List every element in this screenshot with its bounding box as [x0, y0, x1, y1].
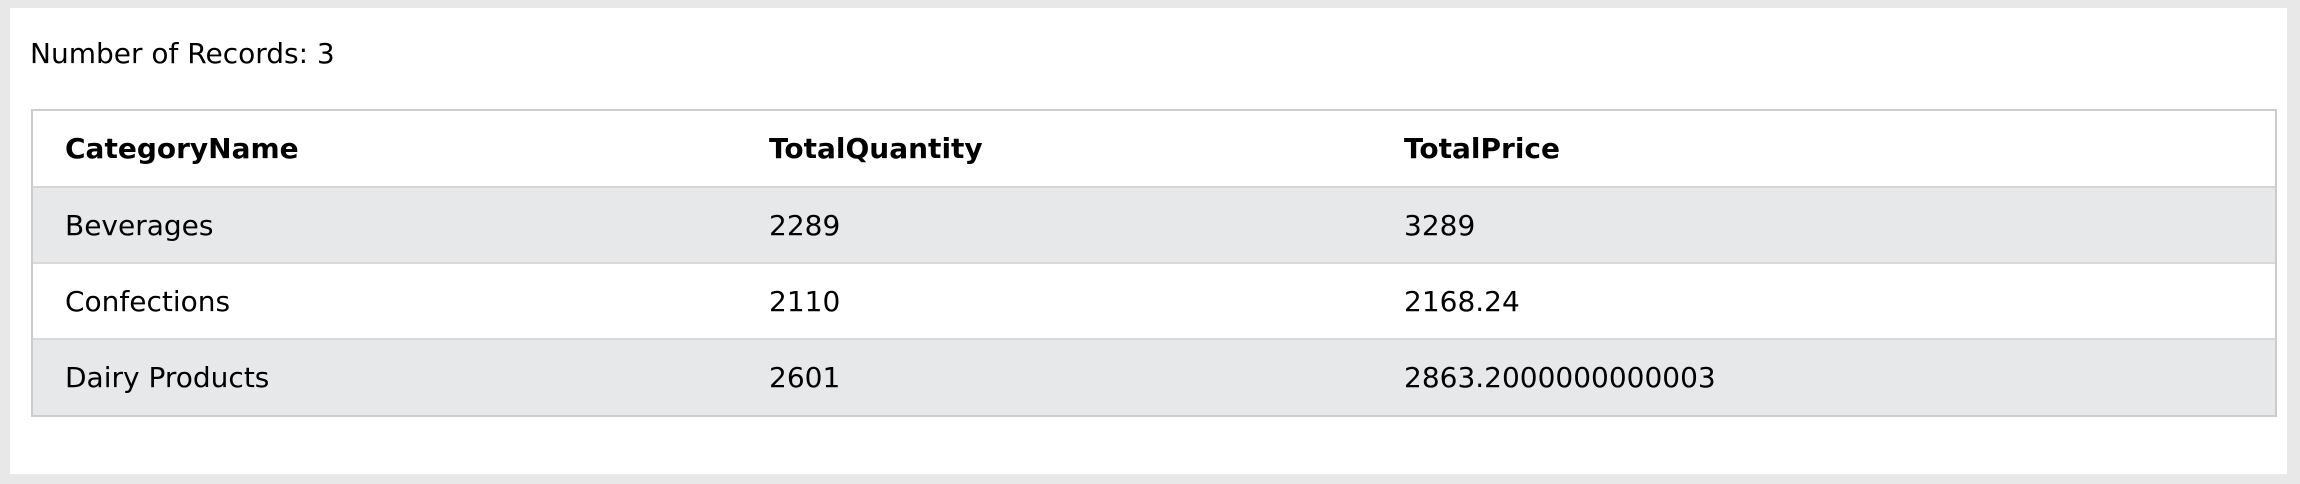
cell-totalprice: 3289	[1372, 187, 2275, 264]
cell-totalquantity: 2110	[737, 263, 1372, 340]
cell-totalquantity: 2601	[769, 361, 841, 394]
column-header-categoryname: CategoryName	[33, 111, 737, 188]
table-row: Confections 2110 2168.24	[33, 263, 2275, 340]
table-row: Beverages 2289 3289	[33, 187, 2275, 264]
column-header-totalprice: TotalPrice	[1372, 111, 2275, 188]
cell-totalprice: 2168.24	[1372, 263, 2275, 340]
column-header-totalquantity: TotalQuantity	[737, 111, 1372, 188]
results-table-container: CategoryName TotalQuantity TotalPrice Be…	[31, 109, 2277, 417]
table-row: Dairy Products 2601 2863.2000000000003	[33, 339, 2275, 415]
cell-totalprice: 2863.2000000000003	[1404, 361, 1716, 394]
cell-categoryname: Beverages	[33, 187, 737, 264]
cell-categoryname: Dairy Products	[65, 361, 270, 394]
table-header-row: CategoryName TotalQuantity TotalPrice	[33, 111, 2275, 188]
cell-totalquantity: 2289	[737, 187, 1372, 264]
results-panel: Number of Records: 3 CategoryName TotalQ…	[10, 8, 2287, 474]
cell-categoryname: Confections	[33, 263, 737, 340]
record-count-label: Number of Records: 3	[30, 37, 335, 70]
results-table: CategoryName TotalQuantity TotalPrice Be…	[33, 111, 2275, 415]
